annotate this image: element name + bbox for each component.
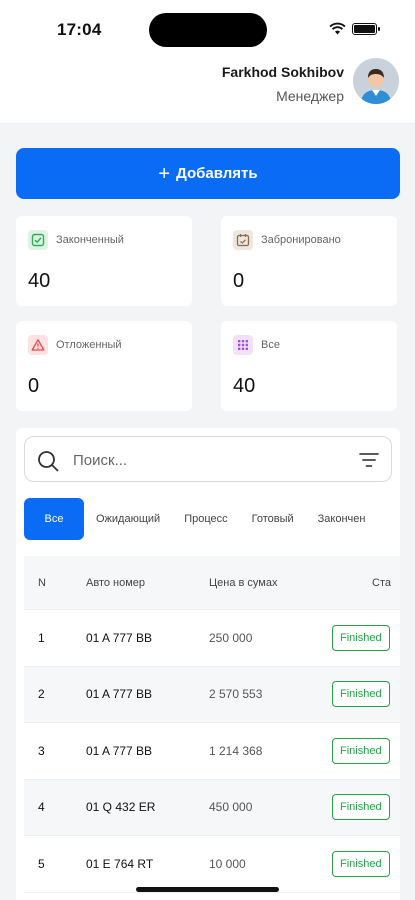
row-price: 250 000: [209, 630, 253, 645]
status-badge[interactable]: Finished: [332, 624, 390, 651]
warning-triangle-icon: [28, 335, 48, 355]
add-button[interactable]: + Добавлять: [16, 148, 400, 199]
row-price: 450 000: [209, 800, 253, 815]
stat-card-finished[interactable]: Законченный 40: [16, 216, 192, 306]
row-car-number: 01 A 777 BB: [86, 630, 153, 645]
user-avatar-icon: [353, 58, 399, 104]
user-name: Farkhod Sokhibov: [221, 64, 344, 80]
status-badge[interactable]: Finished: [332, 681, 390, 708]
search-input[interactable]: [73, 449, 343, 471]
row-car-number: 01 Q 432 ER: [86, 800, 156, 815]
table-row[interactable]: 4 01 Q 432 ER 450 000 Finished: [24, 779, 400, 836]
row-status: Finished: [332, 780, 390, 836]
orders-panel: Все Ожидающий Процесс Готовый Закончен N…: [16, 428, 400, 900]
header-car-number: Авто номер: [86, 576, 146, 589]
stat-label: Законченный: [56, 234, 124, 246]
table-row[interactable]: 3 01 A 777 BB 1 214 368 Finished: [24, 723, 400, 780]
battery-icon: [352, 22, 380, 35]
header-status: Ста: [372, 576, 391, 589]
stat-card-booked[interactable]: Забронировано 0: [221, 216, 397, 306]
header-price: Цена в сумах: [209, 576, 278, 589]
stat-value: 0: [233, 270, 245, 292]
row-car-number: 01 A 777 BB: [86, 687, 153, 702]
table-row[interactable]: 1 01 A 777 BB 250 000 Finished: [24, 610, 400, 667]
stat-value: 40: [28, 270, 51, 292]
filter-icon[interactable]: [359, 451, 379, 469]
row-n: 4: [38, 800, 45, 815]
stat-card-all[interactable]: Все 40: [221, 321, 397, 411]
status-badge[interactable]: Finished: [332, 850, 390, 877]
row-n: 5: [38, 856, 45, 871]
tab-process[interactable]: Процесс: [172, 498, 239, 540]
status-time: 17:04: [57, 20, 102, 39]
calendar-icon: [233, 230, 253, 250]
user-role: Менеджер: [276, 88, 344, 104]
tab-all[interactable]: Все: [24, 498, 84, 540]
stat-card-postponed[interactable]: Отложенный 0: [16, 321, 192, 411]
stat-value: 0: [28, 375, 40, 397]
orders-table: N Авто номер Цена в сумах Ста 1 01 A 777…: [24, 556, 400, 893]
dynamic-island: [149, 13, 267, 47]
row-n: 1: [38, 630, 45, 645]
plus-icon: +: [158, 162, 171, 185]
tab-finished[interactable]: Закончен: [306, 498, 378, 540]
table-header: N Авто номер Цена в сумах Ста: [24, 556, 400, 610]
grid-icon: [233, 335, 253, 355]
row-status: Finished: [332, 723, 390, 779]
stat-label: Забронировано: [261, 234, 341, 246]
status-badge[interactable]: Finished: [332, 794, 390, 821]
search-bar: [24, 436, 392, 482]
header-n: N: [38, 576, 46, 589]
row-n: 3: [38, 743, 45, 758]
row-price: 1 214 368: [209, 743, 263, 758]
row-status: Finished: [332, 610, 390, 666]
status-tabs: Все Ожидающий Процесс Готовый Закончен: [24, 498, 400, 540]
row-n: 2: [38, 687, 45, 702]
search-icon[interactable]: [37, 450, 59, 472]
status-icons: [329, 22, 380, 35]
check-square-icon: [28, 230, 48, 250]
wifi-icon: [329, 22, 346, 35]
avatar[interactable]: [353, 58, 399, 104]
tab-pending[interactable]: Ожидающий: [84, 498, 172, 540]
tab-ready[interactable]: Готовый: [240, 498, 306, 540]
add-button-label: Добавлять: [176, 165, 258, 182]
row-status: Finished: [332, 667, 390, 723]
status-badge[interactable]: Finished: [332, 737, 390, 764]
row-status: Finished: [332, 836, 390, 892]
stat-label: Отложенный: [56, 339, 122, 351]
table-row[interactable]: 2 01 A 777 BB 2 570 553 Finished: [24, 666, 400, 723]
stat-label: Все: [261, 339, 280, 351]
row-car-number: 01 A 777 BB: [86, 743, 153, 758]
status-bar: 17:04: [0, 0, 415, 58]
header: Farkhod Sokhibov Менеджер: [0, 58, 415, 124]
home-indicator: [136, 887, 279, 892]
stat-value: 40: [233, 375, 256, 397]
row-price: 10 000: [209, 856, 246, 871]
row-car-number: 01 E 764 RT: [86, 856, 154, 871]
table-row[interactable]: 5 01 E 764 RT 10 000 Finished: [24, 836, 400, 893]
row-price: 2 570 553: [209, 687, 263, 702]
